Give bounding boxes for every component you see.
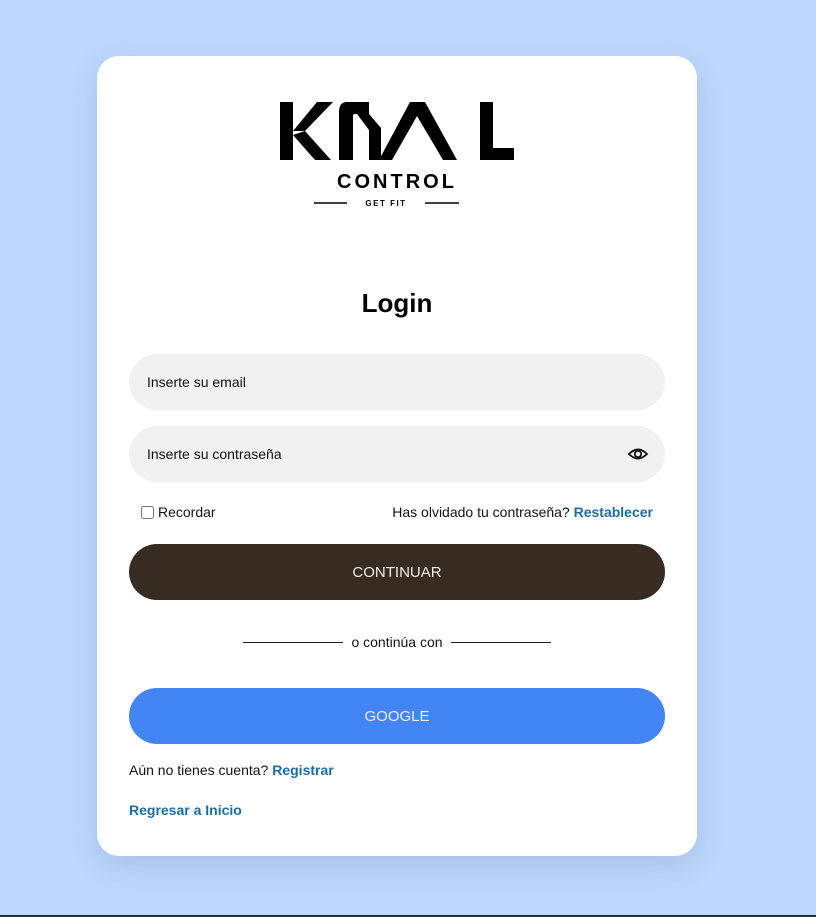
password-field[interactable] [129,426,665,482]
login-card: CONTROL GET FIT Login Recordar Has olvid… [97,56,697,856]
register-prompt-text: Aún no tienes cuenta? [129,762,269,778]
password-input[interactable] [145,445,619,463]
logo-control-text: CONTROL [337,171,457,193]
continue-button[interactable]: CONTINUAR [129,544,665,600]
back-home-link[interactable]: Regresar a Inicio [129,802,242,818]
remember-option[interactable]: Recordar [141,504,216,520]
remember-label: Recordar [158,504,216,520]
logo-tagline-text: GET FIT [365,199,406,208]
email-field[interactable] [129,354,665,410]
email-input[interactable] [145,373,649,391]
divider: o continúa con [97,634,697,650]
divider-text: o continúa con [351,634,443,650]
forgot-password-text: Has olvidado tu contraseña? [392,504,570,520]
register-prompt: Aún no tienes cuenta? Registrar [129,762,334,778]
page-title: Login [361,288,433,318]
reset-password-link[interactable]: Restablecer [574,504,653,520]
divider-line-right [450,641,551,643]
remember-checkbox[interactable] [141,505,154,519]
kcal-control-logo: CONTROL GET FIT [97,98,697,218]
forgot-password: Has olvidado tu contraseña? Restablecer [392,504,653,520]
logo-graphic: CONTROL GET FIT [280,102,514,208]
login-options-row: Recordar Has olvidado tu contraseña? Res… [141,502,653,522]
google-button[interactable]: GOOGLE [129,688,665,744]
divider-line-left [243,641,344,643]
register-link[interactable]: Registrar [272,762,333,778]
eye-icon[interactable] [627,443,649,465]
back-home: Regresar a Inicio [129,802,242,818]
